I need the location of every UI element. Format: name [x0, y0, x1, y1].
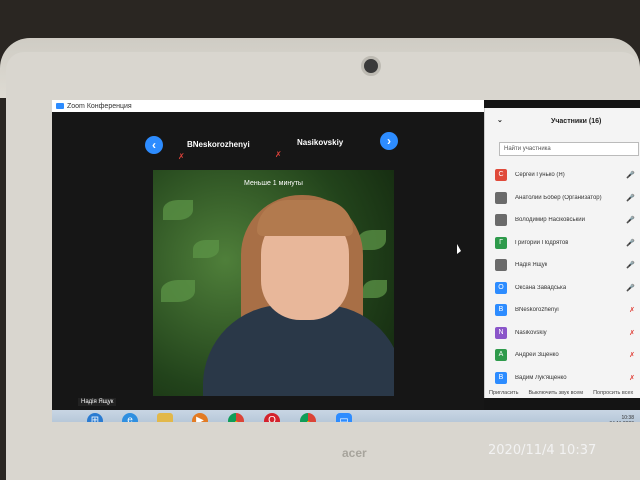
participant-avatar — [495, 191, 507, 204]
video-timer-label: Меньше 1 минуты — [244, 180, 303, 187]
acer-logo: acer — [342, 446, 367, 460]
next-page-button[interactable]: › — [380, 132, 398, 150]
participant-name: Вадим Лук'ященко — [515, 374, 567, 381]
participant-row[interactable]: Анатолий Бобер (Организатор) 🎤 — [495, 187, 640, 210]
participants-panel: ⌄ Участники (16) Найти участника С Сергей… — [484, 108, 640, 398]
muted-mic-icon[interactable]: ✗ — [629, 329, 635, 337]
muted-mic-icon[interactable]: ✗ — [629, 351, 635, 359]
participant-name: Оксана Завадська — [515, 284, 567, 291]
participant-row[interactable]: О Оксана Завадська 🎤 — [495, 277, 640, 300]
window-title: Zoom Конференция — [67, 102, 132, 110]
participant-row[interactable]: Г Григорий Подрятов 🎤 — [495, 232, 640, 255]
participant-row[interactable]: А Андрей Зщенко ✗ — [495, 344, 640, 367]
participant-fringe — [257, 200, 353, 236]
participant-row[interactable]: B BNeskorozhenyi ✗ — [495, 299, 640, 322]
participants-title: Участники (16) — [551, 118, 602, 125]
opera-icon[interactable]: O — [264, 413, 280, 422]
foliage — [193, 240, 219, 258]
participant-name: Григорий Подрятов — [515, 239, 569, 246]
chrome-icon[interactable] — [228, 413, 244, 422]
mute-all-button[interactable]: Выключить звук всем — [528, 390, 583, 402]
speaker-name-1: BNeskorozhenyi — [187, 140, 250, 149]
participant-search-input[interactable]: Найти участника — [499, 142, 639, 156]
participant-row[interactable]: В Вадим Лук'ященко ✗ — [495, 367, 640, 390]
participant-avatar: С — [495, 169, 507, 182]
foliage — [363, 280, 387, 298]
webcam — [361, 56, 381, 76]
windows-taskbar: ⊞ e ▶ O ▭ 10:3804.11.2020 — [52, 410, 640, 422]
chevron-down-icon[interactable]: ⌄ — [497, 116, 503, 124]
mouse-cursor-icon — [457, 244, 461, 254]
participant-row[interactable]: N Nasikovskiy ✗ — [495, 322, 640, 345]
participant-avatar: Г — [495, 236, 507, 249]
participant-row[interactable]: Володимир Насіковський 🎤 — [495, 209, 640, 232]
participant-name: Володимир Насіковський — [515, 217, 585, 224]
participant-avatar: А — [495, 349, 507, 362]
speaker-name-2: Nasikovskiy — [297, 138, 344, 147]
mic-icon[interactable]: 🎤 — [626, 171, 635, 179]
participant-name: Анатолий Бобер (Организатор) — [515, 194, 602, 201]
participants-header: ⌄ Участники (16) — [485, 108, 640, 132]
participant-name: Сергей Гунько (Я) — [515, 172, 565, 179]
participant-name: Надія Ящук — [515, 262, 548, 269]
prev-page-button[interactable]: ‹ — [145, 136, 163, 154]
participant-name: Андрей Зщенко — [515, 352, 559, 359]
mic-icon[interactable]: 🎤 — [626, 284, 635, 292]
invite-button[interactable]: Пригласить — [489, 390, 518, 402]
self-name-label: Надія Ящук — [78, 398, 117, 406]
participants-footer: Пригласить Выключить звук всем Попросить… — [485, 390, 640, 402]
participant-name: BNeskorozhenyi — [515, 307, 559, 314]
mic-icon[interactable]: 🎤 — [626, 261, 635, 269]
participant-avatar: О — [495, 281, 507, 294]
participant-avatar — [495, 214, 507, 227]
gallery-view: ‹ BNeskorozhenyi Nasikovskiy › ✗ ✗ Меньш… — [52, 112, 484, 410]
muted-mic-icon: ✗ — [275, 150, 282, 159]
muted-mic-icon: ✗ — [178, 152, 185, 161]
video-tile-active[interactable]: Меньше 1 минуты — [153, 170, 394, 396]
muted-mic-icon[interactable]: ✗ — [629, 374, 635, 382]
mic-icon[interactable]: 🎤 — [626, 239, 635, 247]
mic-icon[interactable]: 🎤 — [626, 194, 635, 202]
windows-start-icon[interactable]: ⊞ — [87, 413, 103, 422]
photo-timestamp: 2020/11/4 10:37 — [488, 443, 597, 458]
participant-avatar: В — [495, 371, 507, 384]
participant-avatar — [495, 259, 507, 272]
file-explorer-icon[interactable] — [157, 413, 173, 422]
participant-avatar: B — [495, 304, 507, 317]
foliage — [161, 280, 195, 302]
window-titlebar: Zoom Конференция — [52, 100, 484, 112]
muted-mic-icon[interactable]: ✗ — [629, 306, 635, 314]
participant-row[interactable]: С Сергей Гунько (Я) 🎤 — [495, 164, 640, 187]
chrome-icon[interactable] — [300, 413, 316, 422]
ask-all-button[interactable]: Попросить всех — [593, 390, 633, 402]
media-player-icon[interactable]: ▶ — [192, 413, 208, 422]
mic-icon[interactable]: 🎤 — [626, 216, 635, 224]
internet-explorer-icon[interactable]: e — [122, 413, 138, 422]
participant-avatar: N — [495, 326, 507, 339]
participant-row[interactable]: Надія Ящук 🎤 — [495, 254, 640, 277]
zoom-app-icon — [56, 103, 64, 109]
foliage — [163, 200, 193, 220]
zoom-taskbar-icon[interactable]: ▭ — [336, 413, 352, 422]
laptop-screen: Zoom Конференция ‹ BNeskorozhenyi Nasiko… — [52, 100, 640, 422]
participant-list: С Сергей Гунько (Я) 🎤 Анатолий Бобер (Орган… — [495, 164, 640, 389]
participant-name: Nasikovskiy — [515, 329, 547, 336]
taskbar-clock: 10:3804.11.2020 — [609, 415, 634, 422]
